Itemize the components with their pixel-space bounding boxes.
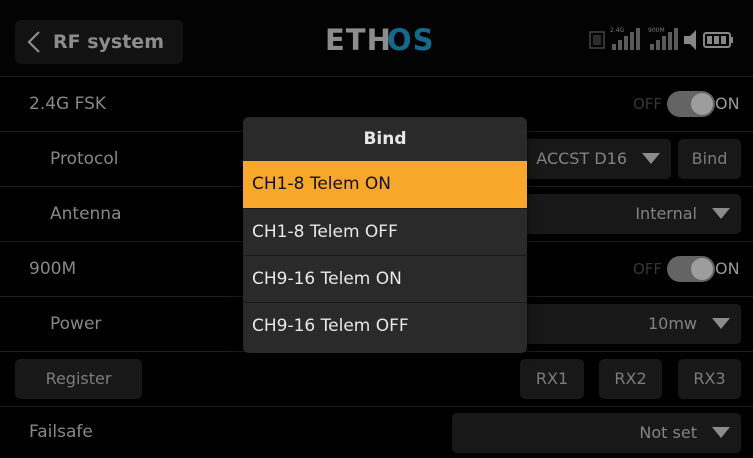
label-failsafe: Failsafe bbox=[29, 422, 93, 442]
bind-dialog-title: Bind bbox=[363, 129, 407, 149]
caret-down-icon bbox=[712, 427, 730, 438]
bind-option-ch1-8-telem-on[interactable]: CH1-8 Telem ON bbox=[243, 161, 527, 208]
toggle-track bbox=[667, 91, 715, 117]
antenna-value: Internal bbox=[635, 204, 697, 223]
bind-option-ch9-16-telem-on[interactable]: CH9-16 Telem ON bbox=[243, 255, 527, 302]
rx2-button[interactable]: RX2 bbox=[599, 359, 662, 399]
back-button[interactable]: RF system bbox=[15, 20, 183, 64]
failsafe-dropdown[interactable]: Not set bbox=[452, 413, 741, 453]
label-antenna: Antenna bbox=[50, 204, 122, 224]
caret-down-icon bbox=[712, 318, 730, 329]
header-bar: RF system ETH OS 2.4G 900M bbox=[0, 0, 753, 76]
caret-down-icon bbox=[642, 153, 660, 164]
label-power: Power bbox=[50, 314, 102, 334]
svg-text:2.4G: 2.4G bbox=[610, 27, 625, 34]
svg-text:OS: OS bbox=[387, 23, 435, 57]
rx1-button[interactable]: RX1 bbox=[520, 359, 584, 399]
bind-button[interactable]: Bind bbox=[678, 139, 741, 179]
bind-option-ch9-16-telem-off[interactable]: CH9-16 Telem OFF bbox=[243, 302, 527, 349]
row-failsafe: Failsafe Not set bbox=[0, 406, 753, 458]
toggle-track bbox=[667, 256, 715, 282]
register-button[interactable]: Register bbox=[15, 359, 142, 399]
bind-option-ch1-8-telem-off[interactable]: CH1-8 Telem OFF bbox=[243, 208, 527, 255]
page-title: RF system bbox=[53, 31, 164, 53]
toggle-off-label: OFF bbox=[633, 260, 663, 278]
rx3-button[interactable]: RX3 bbox=[678, 359, 741, 399]
label-900m: 900M bbox=[29, 259, 77, 279]
power-value: 10mw bbox=[647, 314, 697, 333]
ethos-logo: ETH OS bbox=[325, 22, 445, 62]
caret-down-icon bbox=[712, 208, 730, 219]
toggle-knob bbox=[691, 258, 713, 280]
toggle-knob bbox=[691, 93, 713, 115]
label-protocol: Protocol bbox=[50, 149, 119, 169]
chevron-left-icon bbox=[15, 20, 53, 64]
label-24g-fsk: 2.4G FSK bbox=[29, 94, 107, 114]
status-area: 2.4G 900M bbox=[588, 20, 738, 60]
bind-dialog: Bind CH1-8 Telem ON CH1-8 Telem OFF CH9-… bbox=[243, 117, 527, 353]
svg-text:ETH: ETH bbox=[325, 23, 392, 57]
row-register: Register RX1 RX2 RX3 bbox=[0, 351, 753, 407]
toggle-on-label: ON bbox=[715, 94, 740, 113]
svg-text:900M: 900M bbox=[648, 27, 665, 34]
protocol-value: ACCST D16 bbox=[536, 149, 627, 168]
toggle-on-label: ON bbox=[715, 259, 740, 278]
toggle-off-label: OFF bbox=[633, 95, 663, 113]
failsafe-value: Not set bbox=[639, 423, 697, 442]
